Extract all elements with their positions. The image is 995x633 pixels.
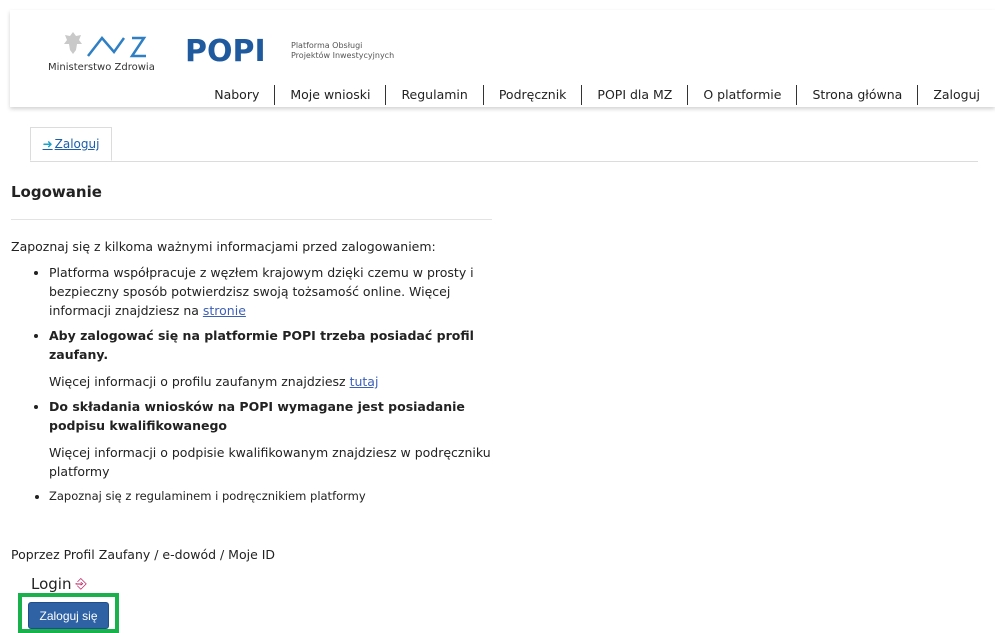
main-nav: Nabory Moje wnioski Regulamin Podręcznik…	[199, 80, 995, 110]
nav-item-moje-wnioski[interactable]: Moje wnioski	[274, 85, 385, 105]
stronie-link[interactable]: stronie	[203, 303, 246, 318]
item2-bold-text: Aby zalogować się na platformie POPI trz…	[49, 328, 474, 362]
page-title: Logowanie	[11, 183, 102, 201]
item2-sub: Więcej informacji o profilu zaufanym zna…	[49, 372, 501, 391]
title-divider	[11, 219, 492, 220]
popi-sub-line2: Projektów Inwestycyjnych	[291, 51, 395, 60]
item2-sub-text: Więcej informacji o profilu zaufanym zna…	[49, 374, 350, 389]
nav-item-zaloguj[interactable]: Zaloguj	[917, 85, 995, 105]
tab-zaloguj-label: Zaloguj	[54, 137, 100, 151]
list-item: Zapoznaj się z regulaminem i podręczniki…	[49, 487, 501, 506]
info-list: Platforma współpracuje z węzłem krajowym…	[11, 263, 501, 512]
login-heading: Login ⎆	[31, 575, 87, 593]
item4-text: Zapoznaj się z regulaminem i podręczniki…	[49, 489, 366, 503]
list-item: Do składania wniosków na POPI wymagane j…	[49, 397, 501, 481]
popi-logo[interactable]: POPI	[185, 37, 266, 67]
list-item: Platforma współpracuje z węzłem krajowym…	[49, 263, 501, 320]
site-header: Ministerstwo Zdrowia POPI Platforma Obsł…	[10, 10, 995, 107]
nav-item-o-platformie[interactable]: O platformie	[687, 85, 796, 105]
nav-item-podrecznik[interactable]: Podręcznik	[482, 85, 582, 105]
nav-item-popi-dla-mz[interactable]: POPI dla MZ	[581, 85, 687, 105]
eagle-emblem-icon	[64, 32, 82, 54]
item3-sub-text: Więcej informacji o podpisie kwalifikowa…	[49, 445, 491, 479]
item3-bold-text: Do składania wniosków na POPI wymagane j…	[49, 399, 465, 433]
tab-bar: ➜ Zaloguj	[30, 127, 978, 162]
intro-text: Zapoznaj się z kilkoma ważnymi informacj…	[11, 239, 436, 254]
item1-text: Platforma współpracuje z węzłem krajowym…	[49, 265, 474, 318]
login-label: Login	[31, 575, 72, 593]
nav-item-strona-glowna[interactable]: Strona główna	[796, 85, 917, 105]
login-button[interactable]: Zaloguj się	[28, 602, 109, 629]
popi-subtitle: Platforma Obsługi Projektów Inwestycyjny…	[291, 41, 394, 61]
tab-zaloguj[interactable]: ➜ Zaloguj	[30, 127, 112, 161]
popi-sub-line1: Platforma Obsługi	[291, 41, 363, 50]
list-item: Aby zalogować się na platformie POPI trz…	[49, 326, 501, 391]
ministry-caption: Ministerstwo Zdrowia	[48, 62, 155, 73]
login-method-text: Poprzez Profil Zaufany / e-dowód / Moje …	[11, 547, 276, 562]
tutaj-link[interactable]: tutaj	[350, 374, 379, 389]
ministry-logo[interactable]: Ministerstwo Zdrowia	[48, 28, 168, 78]
login-icon: ⎆	[75, 576, 87, 592]
nav-item-regulamin[interactable]: Regulamin	[385, 85, 482, 105]
nav-item-nabory[interactable]: Nabory	[199, 85, 274, 105]
mz-lines-icon	[87, 36, 147, 58]
login-arrow-icon: ➜	[42, 137, 53, 151]
